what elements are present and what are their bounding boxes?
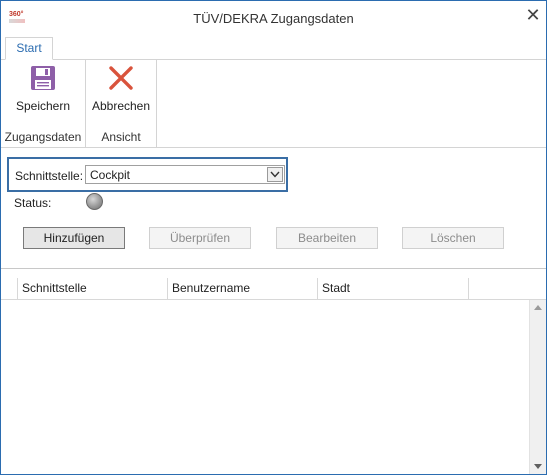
ribbon: Speichern Zugangsdaten Abbrechen Ansicht (1, 59, 546, 148)
window-title: TÜV/DEKRA Zugangsdaten (193, 11, 354, 26)
chevron-down-icon (534, 464, 542, 469)
tab-start[interactable]: Start (5, 37, 53, 60)
close-x-icon (109, 66, 133, 90)
title-bar: 360° TÜV/DEKRA Zugangsdaten ✕ (1, 1, 546, 37)
ribbon-group-zugangsdaten: Speichern Zugangsdaten (1, 59, 86, 147)
add-button[interactable]: Hinzufügen (23, 227, 125, 249)
interface-select[interactable]: Cockpit (85, 165, 285, 184)
vertical-scrollbar[interactable] (529, 300, 546, 474)
ribbon-group-label: Ansicht (101, 130, 141, 144)
ribbon-tabstrip: Start (1, 37, 546, 60)
column-header-benutzername[interactable]: Benutzername (168, 278, 318, 299)
save-button[interactable]: Speichern (5, 61, 81, 119)
save-icon (31, 66, 55, 90)
dropdown-button[interactable] (267, 167, 283, 182)
column-header-filler (469, 278, 529, 299)
table-header: Schnittstelle Benutzername Stadt (1, 278, 546, 300)
cancel-button[interactable]: Abbrechen (88, 61, 154, 119)
ribbon-group-label: Zugangsdaten (4, 130, 82, 144)
app-window: 360° TÜV/DEKRA Zugangsdaten ✕ Start Spei… (0, 0, 547, 475)
form-area: Schnittstelle: Cockpit Status: Hinzufüge… (1, 148, 546, 268)
chevron-up-icon (534, 305, 542, 310)
column-header-schnittstelle[interactable]: Schnittstelle (18, 278, 168, 299)
scroll-down-button[interactable] (530, 459, 546, 474)
interface-select-value: Cockpit (90, 168, 131, 182)
interface-select-frame: Schnittstelle: Cockpit (7, 157, 288, 192)
interface-label: Schnittstelle: (15, 169, 84, 183)
edit-button[interactable]: Bearbeiten (276, 227, 378, 249)
chevron-down-icon (270, 171, 280, 178)
row-header-column (1, 278, 18, 299)
close-icon[interactable]: ✕ (523, 5, 543, 25)
status-indicator (86, 193, 103, 210)
save-button-label: Speichern (15, 99, 71, 113)
status-label: Status: (14, 196, 52, 210)
column-header-stadt[interactable]: Stadt (318, 278, 469, 299)
check-button[interactable]: Überprüfen (149, 227, 251, 249)
credentials-table: Schnittstelle Benutzername Stadt (1, 268, 546, 474)
delete-button[interactable]: Löschen (402, 227, 504, 249)
cancel-button-label: Abbrechen (91, 99, 151, 113)
ribbon-group-ansicht: Abbrechen Ansicht (86, 59, 157, 147)
scroll-up-button[interactable] (530, 300, 546, 316)
